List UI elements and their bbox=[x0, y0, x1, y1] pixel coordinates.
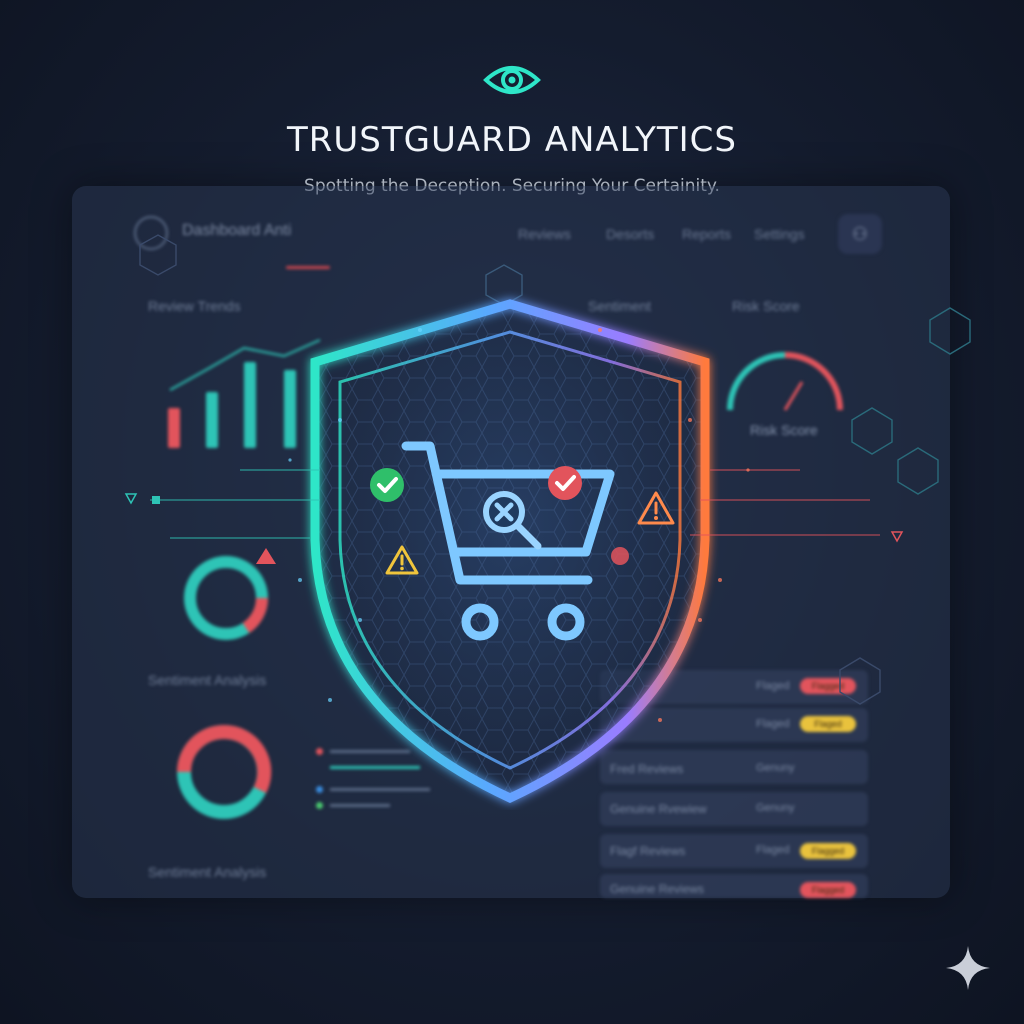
sparkle-icon bbox=[946, 946, 990, 990]
data-particles bbox=[124, 328, 904, 722]
